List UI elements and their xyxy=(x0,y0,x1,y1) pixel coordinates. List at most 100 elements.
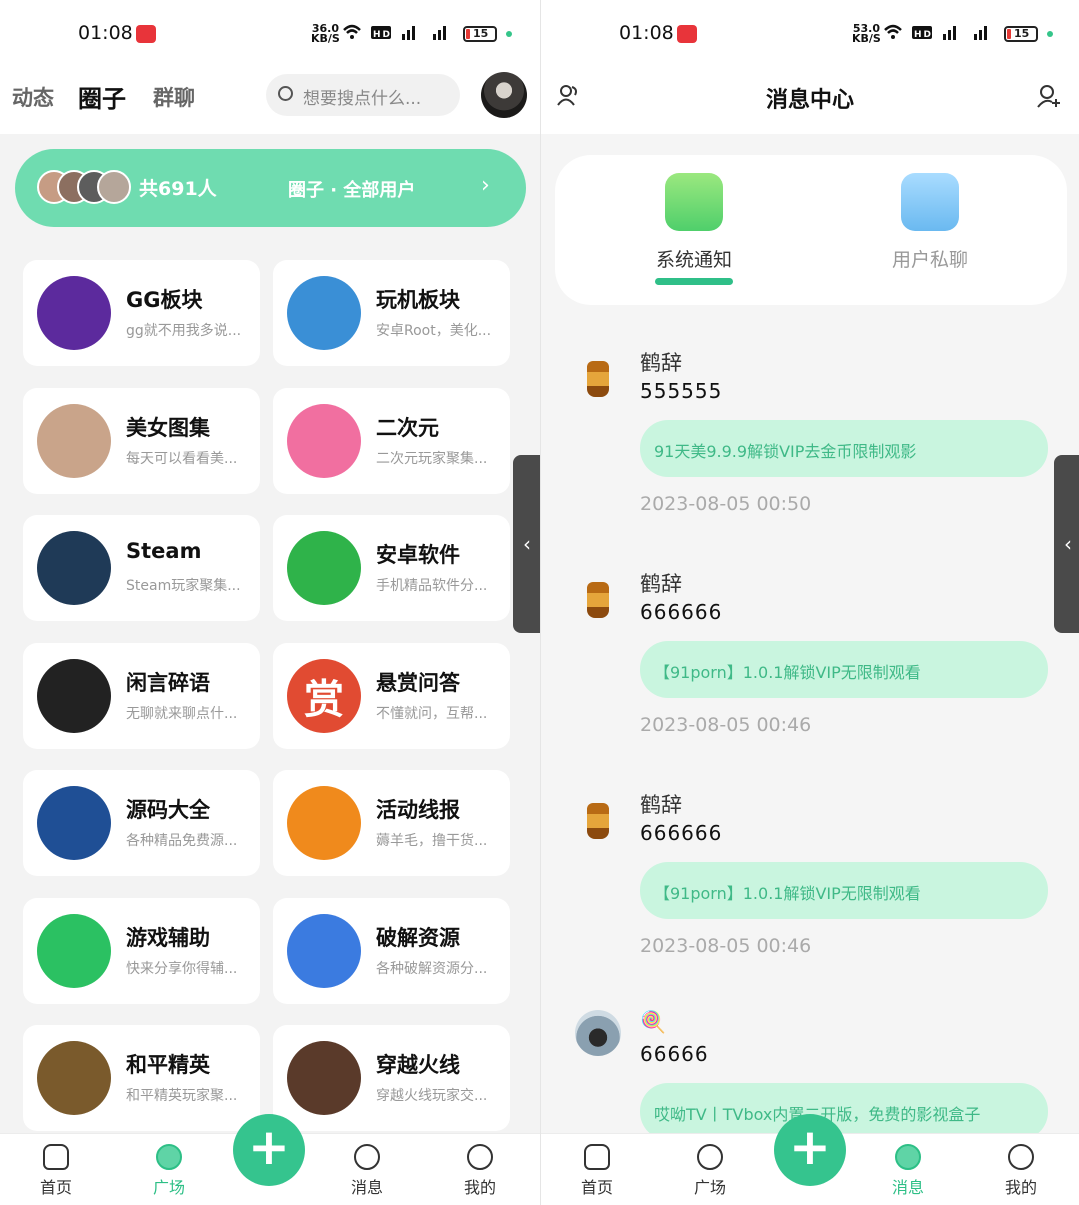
circle-card[interactable]: 游戏辅助 快来分享你得辅... xyxy=(23,897,260,1004)
circle-card-desc: 和平精英玩家聚... xyxy=(126,1088,238,1104)
circle-card-desc: 手机精品软件分... xyxy=(376,578,488,594)
bottom-nav: 首页 广场 + 消息 我的 xyxy=(0,1114,540,1205)
nav-me[interactable]: 我的 xyxy=(991,1144,1051,1198)
nav-messages[interactable]: 消息 xyxy=(337,1144,397,1198)
badge-check-icon xyxy=(287,786,361,860)
circle-screen: 01:08 36.0KB/S HD 15 动态 圈子 群聊 想要搜点什么... xyxy=(0,0,540,1205)
quoted-post-bubble[interactable]: 91天美9.9.9解锁VIP去金币限制观影 xyxy=(640,420,1048,477)
nav-me[interactable]: 我的 xyxy=(450,1144,510,1198)
nav-me-label: 我的 xyxy=(463,1178,496,1197)
status-dot xyxy=(506,31,512,37)
circle-card-title: 玩机板块 xyxy=(376,288,460,312)
sender-avatar[interactable] xyxy=(587,582,609,618)
search-input[interactable]: 想要搜点什么... xyxy=(266,74,460,116)
side-drawer-handle[interactable]: ‹ xyxy=(513,455,540,633)
nav-home[interactable]: 首页 xyxy=(567,1144,627,1198)
quoted-post-bubble[interactable]: 【91porn】1.0.1解锁VIP无限制观看 xyxy=(640,641,1048,698)
sender-name: 鹤辞 xyxy=(640,572,682,596)
circle-card-title: 二次元 xyxy=(376,415,439,440)
home-icon xyxy=(43,1144,69,1170)
side-drawer-handle[interactable]: ‹ xyxy=(1054,455,1079,633)
circle-card[interactable]: 二次元 二次元玩家聚集... xyxy=(273,387,510,494)
tab-circle[interactable]: 圈子 xyxy=(78,79,126,114)
circle-card-desc: 安卓Root，美化... xyxy=(376,323,492,339)
message-item[interactable]: 鹤辞 555555 91天美9.9.9解锁VIP去金币限制观影 2023-08-05 … xyxy=(541,347,1079,567)
top-tab-bar: 动态 圈子 群聊 想要搜点什么... xyxy=(0,66,540,134)
page-title: 消息中心 xyxy=(765,88,854,113)
add-friend-icon[interactable] xyxy=(1037,84,1061,108)
photo-avatar-icon xyxy=(37,403,111,478)
circle-card-desc: Steam玩家聚集... xyxy=(126,578,241,594)
nav-me-label: 我的 xyxy=(1004,1178,1037,1197)
sender-avatar[interactable] xyxy=(587,803,609,839)
sender-avatar[interactable] xyxy=(575,1010,621,1056)
quoted-post-bubble[interactable]: 【91porn】1.0.1解锁VIP无限制观看 xyxy=(640,862,1048,919)
circle-card-desc: 薅羊毛，撸干货... xyxy=(376,833,488,849)
svg-text:HD: HD xyxy=(373,30,392,40)
lock-icon xyxy=(287,913,361,988)
svg-text:HD: HD xyxy=(914,30,933,40)
nav-square-label: 广场 xyxy=(693,1178,726,1197)
add-post-button[interactable]: + xyxy=(233,1114,305,1186)
circle-card-title: 游戏辅助 xyxy=(126,925,210,950)
html5-icon xyxy=(37,786,111,860)
quoted-post-title: 91天美9.9.9解锁VIP去金币限制观影 xyxy=(654,442,917,461)
add-post-button[interactable]: + xyxy=(774,1114,846,1186)
message-item[interactable]: 鹤辞 666666 【91porn】1.0.1解锁VIP无限制观看 2023-08-0… xyxy=(541,568,1079,788)
tab-feed[interactable]: 动态 xyxy=(12,82,54,112)
status-bar: 01:08 53.0 KB/S HD 15 xyxy=(541,0,1079,66)
all-users-banner[interactable]: 共691人 圈子 · 全部用户 › xyxy=(15,149,526,227)
nav-home-label: 首页 xyxy=(580,1178,613,1197)
search-placeholder: 想要搜点什么... xyxy=(303,89,422,109)
sender-name: 鹤辞 xyxy=(640,351,682,375)
circle-card-desc: 各种破解资源分... xyxy=(376,960,488,977)
tab-system-notice[interactable]: 系统通知 xyxy=(634,173,754,285)
tab-private-chat-label: 用户私聊 xyxy=(891,249,968,271)
circle-card[interactable]: Steam Steam玩家聚集... xyxy=(23,515,260,621)
nav-messages-label: 消息 xyxy=(350,1178,383,1197)
crossfire-icon xyxy=(287,1041,361,1115)
circle-card-desc: 不懂就问，互帮... xyxy=(376,705,488,722)
circle-card[interactable]: 安卓软件手机精品软件分... xyxy=(273,515,510,621)
tab-group-chat[interactable]: 群聊 xyxy=(153,82,195,112)
circle-card-title: 美女图集 xyxy=(126,415,210,440)
nav-messages-label: 消息 xyxy=(891,1178,924,1197)
nav-square[interactable]: 广场 xyxy=(139,1144,199,1198)
sender-avatar[interactable] xyxy=(587,361,609,397)
wifi-signal-icon: HD xyxy=(884,24,987,40)
circle-card[interactable]: GG板块 gg就不用我多说... xyxy=(23,260,260,366)
users-icon xyxy=(901,173,959,231)
chevron-right-icon: › xyxy=(481,173,490,198)
circle-card[interactable]: 闲言碎语 无聊就来聊点什... xyxy=(23,642,260,749)
tab-circle-label: 圈子 xyxy=(78,85,126,113)
circle-card[interactable]: 美女图集 每天可以看看美... xyxy=(23,387,260,494)
circle-card-title: 穿越火线 xyxy=(376,1053,460,1077)
tab-system-notice-label: 系统通知 xyxy=(655,249,732,271)
circle-card-title: Steam xyxy=(126,539,202,563)
circle-card[interactable]: 破解资源 各种破解资源分... xyxy=(273,897,510,1004)
battery-indicator: 15 xyxy=(1004,26,1038,42)
nav-messages[interactable]: 消息 xyxy=(878,1144,938,1198)
gamepad-icon xyxy=(287,276,361,350)
home-icon xyxy=(584,1144,610,1170)
nav-square[interactable]: 广场 xyxy=(680,1144,740,1198)
chevron-left-icon: ‹ xyxy=(523,532,531,556)
circle-card-desc: gg就不用我多说... xyxy=(126,323,242,339)
circle-card[interactable]: 和平精英和平精英玩家聚... xyxy=(23,1025,260,1131)
user-avatar[interactable] xyxy=(481,72,527,118)
message-item[interactable]: 鹤辞 666666 【91porn】1.0.1解锁VIP无限制观看 2023-08-0… xyxy=(541,789,1079,1009)
chat-icon xyxy=(895,1144,921,1170)
circle-card[interactable]: 源码大全 各种精品免费源... xyxy=(23,770,260,876)
message-content: 666666 xyxy=(640,821,723,845)
circle-card[interactable]: 赏 悬赏问答 不懂就问，互帮... xyxy=(273,642,510,749)
circle-card-title: 安卓软件 xyxy=(376,543,460,567)
tab-private-chat[interactable]: 用户私聊 xyxy=(870,173,990,272)
quoted-post-bubble[interactable]: 哎呦TV丨TVbox内置二开版，免费的影视盒子 xyxy=(640,1083,1048,1140)
quoted-post-title: 【91porn】1.0.1解锁VIP无限制观看 xyxy=(654,663,921,682)
circle-card[interactable]: 穿越火线 穿越火线玩家交... xyxy=(273,1025,510,1131)
circle-card-title: 和平精英 xyxy=(126,1053,210,1077)
circle-card[interactable]: 玩机板块安卓Root，美化... xyxy=(273,260,510,366)
nav-home[interactable]: 首页 xyxy=(26,1144,86,1198)
circle-card[interactable]: 活动线报 薅羊毛，撸干货... xyxy=(273,770,510,876)
circle-card-title: 源码大全 xyxy=(126,798,210,822)
